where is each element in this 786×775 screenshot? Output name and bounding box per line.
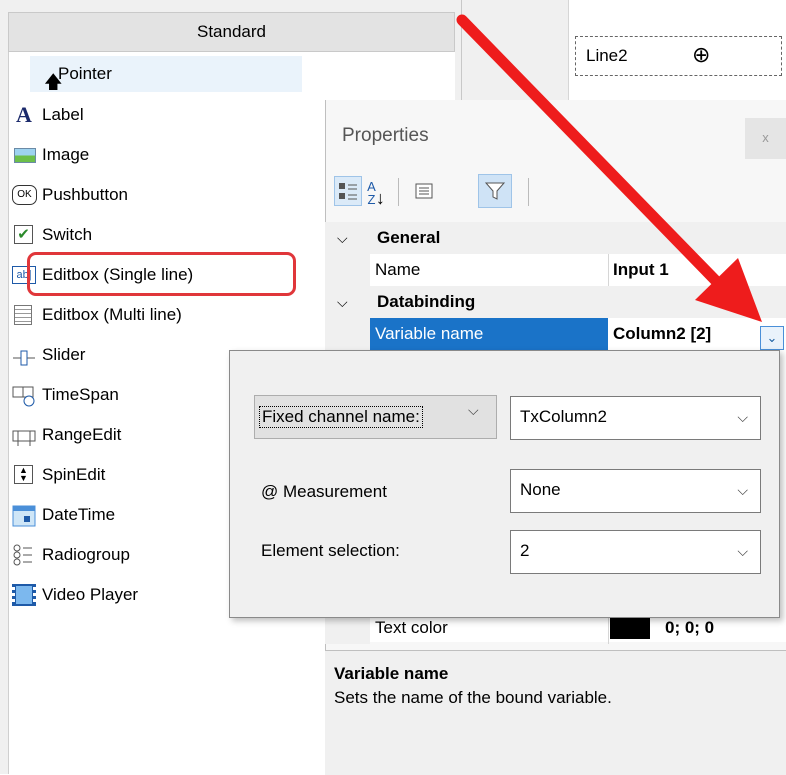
alphabetical-sort-button[interactable]: A Z↓ [362,176,390,208]
property-pages-button[interactable] [410,176,438,206]
measurement-label: @ Measurement [261,482,387,501]
tool-label-text: Label [42,105,84,124]
chevron-down-icon: ⌄ [766,330,778,345]
tool-label-text: TimeSpan [42,385,119,404]
video-player-icon [11,583,37,607]
datetime-icon [12,504,36,527]
toolbox-header[interactable]: Standard [8,12,455,52]
tool-label-text: SpinEdit [42,465,106,484]
pointer-icon: 🡅 [44,72,63,92]
tool-label: Pointer [58,64,112,83]
element-selection-label: Element selection: [261,541,400,560]
row-gutter [325,318,370,350]
combo-value: 2 [520,541,530,560]
close-button[interactable]: x [745,118,786,159]
tool-label-text: Video Player [42,585,139,604]
property-row-name[interactable]: Name Input 1 [325,254,786,286]
toolbox-header-label: Standard [197,22,266,41]
description-title: Variable name [334,664,449,683]
tool-radiogroup[interactable]: Radiogroup [13,537,130,573]
element-selection-combo[interactable]: 2 ⌵ [510,530,761,574]
property-name: Variable name [370,318,608,350]
tool-label-text: Switch [42,225,93,244]
sort-arrow-icon: ↓ [375,188,385,208]
tool-pushbutton[interactable]: OK Pushbutton [12,177,129,213]
tool-video-player[interactable]: Video Player [12,577,139,613]
description-text: Sets the name of the bound variable. [334,688,612,707]
combo-value: None [520,480,561,499]
tool-pointer[interactable]: 🡅 Pointer [30,56,302,92]
tool-slider[interactable]: Slider [13,337,86,373]
category-databinding[interactable]: ⌵ Databinding [325,286,786,318]
tool-label-text: DateTime [42,505,116,524]
tool-image[interactable]: Image [14,137,90,173]
combo-value: TxColumn2 [520,407,607,426]
tool-label-text: Slider [42,345,86,364]
filter-icon [484,182,506,206]
properties-title: Properties [342,125,429,146]
timespan-icon [12,384,36,407]
row-gutter [325,254,370,286]
chevron-down-icon: ⌵ [737,482,748,498]
chevron-down-icon: ⌵ [337,294,348,310]
rangeedit-icon [12,425,36,446]
tool-label-text: Radiogroup [42,545,130,564]
chevron-down-icon: ⌵ [337,230,348,246]
property-name: Name [375,260,421,279]
property-row-variable-name[interactable]: Variable name Column2 [2] [325,318,786,350]
sort-az-icon: AZ [367,179,376,207]
checkbox-icon: ✔ [14,225,33,244]
variable-dropdown-button[interactable]: ⌄ [760,326,784,350]
design-element-text: Line2 [586,46,628,65]
slider-icon [12,345,36,366]
toolbar-divider [528,178,529,206]
tool-timespan[interactable]: TimeSpan [12,377,119,413]
tool-editbox-multi[interactable]: Editbox (Multi line) [14,297,182,333]
label-a-icon: A [16,102,32,127]
tool-label-text: Editbox (Multi line) [42,305,182,324]
chevron-down-icon: ⌵ [737,409,748,425]
tool-label-text: RangeEdit [42,425,122,444]
ok-button-icon: OK [12,185,37,205]
spinedit-icon: ▲ ▼ [14,465,33,484]
editbox-highlight-box [27,252,296,296]
categorized-icon [337,183,359,207]
color-swatch[interactable] [610,617,650,639]
column-separator [608,254,609,286]
tool-datetime[interactable]: DateTime [12,497,116,533]
category-general[interactable]: ⌵ General [325,222,786,254]
chevron-down-icon: ⌵ [737,543,748,559]
tool-spinedit[interactable]: ▲ ▼ SpinEdit [14,457,106,493]
tool-label-text: Image [42,145,90,164]
move-cursor-icon: ⊕ [692,42,711,67]
toolbar-divider [398,178,399,206]
channel-name-combo[interactable]: TxColumn2 ⌵ [510,396,761,440]
property-pages-icon [415,183,433,203]
categorized-view-button[interactable] [334,176,362,206]
property-value[interactable]: Input 1 [613,254,669,286]
filter-button[interactable] [478,174,512,208]
channel-mode-label: Fixed channel name: [259,406,423,428]
property-value[interactable]: Column2 [2] [613,318,711,350]
radiogroup-icon [12,543,36,567]
tool-label-text: Pushbutton [42,185,129,204]
image-icon [14,148,36,163]
category-label: Databinding [377,292,476,311]
measurement-combo[interactable]: None ⌵ [510,469,761,513]
tool-rangeedit[interactable]: RangeEdit [12,417,122,453]
editbox-multi-icon [14,305,32,325]
tool-label[interactable]: A Label [16,97,84,133]
tool-switch[interactable]: ✔ Switch [14,217,93,253]
chevron-down-icon: ⌵ [468,402,479,418]
category-label: General [377,228,441,247]
